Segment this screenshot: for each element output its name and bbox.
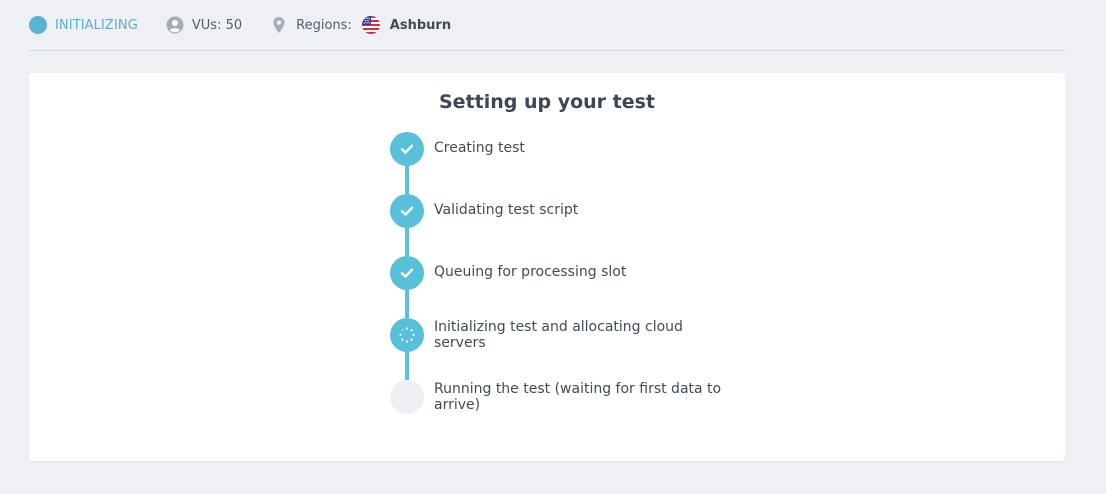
spinner-icon [399, 327, 415, 343]
setup-step-initializing: Initializing test and allocating cloud s… [390, 318, 730, 380]
user-icon [166, 16, 184, 34]
step-label: Validating test script [434, 202, 579, 218]
step-label: Running the test (waiting for first data… [434, 381, 722, 413]
status-indicator: INITIALIZING [29, 16, 138, 34]
check-icon [400, 144, 414, 154]
regions-info: Regions: Ashburn [270, 16, 451, 34]
status-dot-icon [29, 16, 47, 34]
step-connector [405, 290, 409, 318]
setup-step-creating-test: Creating test [390, 132, 730, 194]
card-title: Setting up your test [438, 91, 656, 113]
setup-steps-list: Creating test Validating test script Que… [390, 132, 730, 442]
step-done-circle [390, 256, 424, 290]
step-progress-circle [390, 318, 424, 352]
step-connector [405, 166, 409, 194]
location-pin-icon [270, 16, 288, 34]
region-name: Ashburn [389, 17, 452, 33]
step-connector [405, 228, 409, 256]
us-flag-icon [361, 16, 380, 34]
vus-info: VUs: 50 [166, 16, 242, 34]
setup-step-running-test: Running the test (waiting for first data… [390, 380, 730, 442]
step-done-circle [390, 194, 424, 228]
setup-step-queuing: Queuing for processing slot [390, 256, 730, 318]
setup-step-validating-script: Validating test script [390, 194, 730, 256]
vus-label: VUs: 50 [191, 17, 243, 33]
step-pending-circle [390, 380, 424, 414]
step-done-circle [390, 132, 424, 166]
step-label: Queuing for processing slot [434, 264, 627, 280]
test-status-bar: INITIALIZING VUs: 50 Regions: Ashburn [29, 0, 1065, 51]
check-icon [400, 206, 414, 216]
check-icon [400, 268, 414, 278]
step-label: Initializing test and allocating cloud s… [434, 319, 683, 351]
status-label: INITIALIZING [55, 17, 138, 33]
step-connector [405, 352, 409, 380]
setup-progress-card: Setting up your test Creating test Valid… [29, 73, 1065, 461]
regions-label: Regions: [296, 17, 352, 33]
step-label: Creating test [434, 140, 525, 156]
